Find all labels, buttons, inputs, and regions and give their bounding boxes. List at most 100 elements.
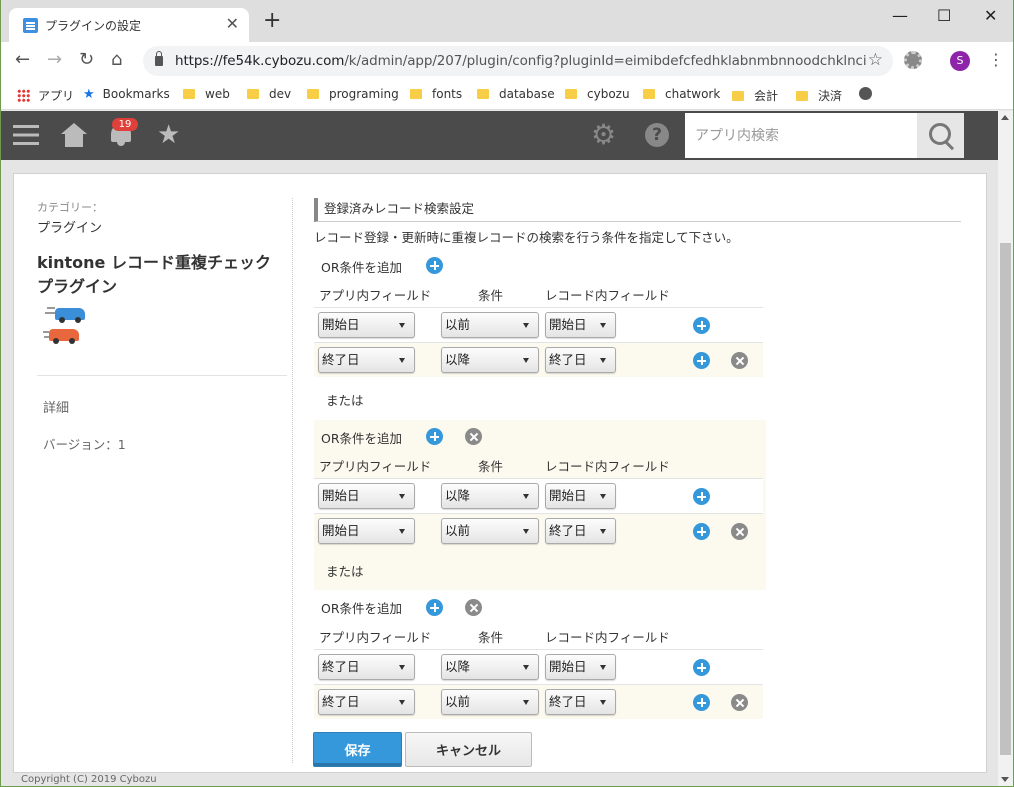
bookmark-star-icon[interactable]: ☆ (868, 50, 883, 70)
condition-select[interactable]: 以降 (441, 654, 539, 680)
remove-row-x-icon[interactable] (731, 694, 748, 711)
record-field-select[interactable]: 終了日 (545, 689, 616, 715)
kintone-header: ★ ⚙ ? (1, 111, 998, 160)
search-icon[interactable] (917, 113, 964, 158)
app-field-select[interactable]: 終了日 (318, 689, 415, 715)
folder-icon (732, 91, 744, 101)
add-row-plus-icon[interactable] (693, 352, 710, 369)
bookmark-accounting[interactable]: 会計 (732, 87, 778, 104)
scrollbar-thumb[interactable] (1000, 243, 1011, 755)
app-search-input[interactable] (685, 113, 917, 158)
minimize-icon[interactable]: — (892, 6, 908, 25)
address-bar[interactable]: https://fe54k.cybozu.com/k/admin/app/207… (143, 46, 893, 76)
record-field-select[interactable]: 開始日 (545, 483, 616, 509)
bookmark-database[interactable]: database (477, 87, 555, 101)
condition-select[interactable]: 以前 (441, 518, 539, 544)
browser-menu-icon[interactable]: ⋮ (988, 50, 1004, 69)
reload-icon[interactable]: ↻ (79, 50, 94, 70)
add-row-plus-icon[interactable] (693, 488, 710, 505)
add-row-plus-icon[interactable] (693, 523, 710, 540)
new-tab-icon[interactable]: + (263, 10, 281, 32)
bookmark-cybozu[interactable]: cybozu (565, 87, 630, 101)
or-add-label: OR条件を追加 (321, 260, 403, 275)
home-icon[interactable]: ⌂ (111, 50, 122, 70)
apps-grid-icon (17, 89, 30, 102)
lock-icon (155, 51, 163, 66)
or-add-label: OR条件を追加 (321, 601, 403, 616)
favorites-star-icon[interactable]: ★ (157, 120, 180, 150)
remove-row-x-icon[interactable] (731, 352, 748, 369)
folder-icon (183, 89, 195, 99)
folder-icon (643, 89, 655, 99)
notification-badge: 19 (112, 118, 138, 131)
tab-strip: プラグインの設定 ✕ + — ☐ ✕ (1, 0, 1013, 42)
add-row-plus-icon[interactable] (693, 659, 710, 676)
folder-icon (565, 89, 577, 99)
maximize-icon[interactable]: ☐ (937, 6, 951, 25)
details-link[interactable]: 詳細 (43, 397, 69, 416)
app-field-select[interactable]: 開始日 (318, 312, 415, 338)
cancel-button[interactable]: キャンセル (405, 732, 532, 767)
profile-avatar[interactable]: S (950, 51, 970, 71)
bookmark-payment[interactable]: 決済 (796, 87, 842, 104)
add-row-plus-icon[interactable] (693, 317, 710, 334)
column-header-app-field: アプリ内フィールド (319, 459, 432, 474)
section-title: 登録済みレコード検索設定 (314, 198, 961, 222)
add-or-group-plus-icon[interactable] (426, 428, 443, 445)
portal-home-icon[interactable] (61, 123, 87, 147)
bookmark-fonts[interactable]: fonts (410, 87, 462, 101)
bookmark-bookmarks[interactable]: ★ Bookmarks (83, 87, 170, 102)
condition-select[interactable]: 以前 (441, 689, 539, 715)
bookmark-programing[interactable]: programing (307, 87, 399, 101)
bookmark-dev[interactable]: dev (247, 87, 291, 101)
record-field-select[interactable]: 開始日 (545, 312, 616, 338)
app-field-select[interactable]: 終了日 (318, 347, 415, 373)
bookmark-apps[interactable]: アプリ (17, 87, 74, 104)
save-button[interactable]: 保存 (313, 732, 402, 767)
app-field-select[interactable]: 開始日 (318, 518, 415, 544)
remove-or-group-x-icon[interactable] (465, 599, 482, 616)
bookmark-web[interactable]: web (183, 87, 230, 101)
window-close-icon[interactable]: ✕ (984, 6, 997, 25)
browser-toolbar: ← → ↻ ⌂ https://fe54k.cybozu.com/k/admin… (1, 42, 1013, 80)
list-icon (23, 18, 38, 33)
or-group-2: OR条件を追加 アプリ内フィールド 条件 レコード内フィールド 開始日 以降 開… (314, 420, 766, 590)
condition-select[interactable]: 以前 (441, 312, 539, 338)
condition-select[interactable]: 以降 (441, 483, 539, 509)
bookmark-chatwork[interactable]: chatwork (643, 87, 720, 101)
column-header-condition: 条件 (478, 459, 504, 474)
or-group-1: OR条件を追加 アプリ内フィールド 条件 レコード内フィールド 開始日 以前 開… (314, 250, 766, 377)
close-icon[interactable]: ✕ (226, 14, 239, 33)
add-row-plus-icon[interactable] (693, 694, 710, 711)
forward-icon[interactable]: → (47, 50, 62, 70)
gear-icon[interactable]: ⚙ (591, 121, 616, 149)
category-label: カテゴリー： (37, 201, 103, 214)
hamburger-menu-icon[interactable] (13, 125, 39, 145)
vertical-scrollbar[interactable] (998, 111, 1013, 786)
duplicate-cars-icon (43, 305, 89, 347)
folder-icon (247, 89, 259, 99)
app-field-select[interactable]: 終了日 (318, 654, 415, 680)
add-or-group-plus-icon[interactable] (426, 599, 443, 616)
remove-or-group-x-icon[interactable] (465, 428, 482, 445)
browser-tab[interactable]: プラグインの設定 ✕ (9, 8, 249, 42)
record-field-select[interactable]: 終了日 (545, 347, 616, 373)
extension-icon[interactable] (904, 51, 922, 69)
app-field-select[interactable]: 開始日 (318, 483, 415, 509)
back-icon[interactable]: ← (15, 50, 30, 70)
remove-row-x-icon[interactable] (731, 523, 748, 540)
plugin-title: kintone レコード重複チェックプラグイン (37, 253, 271, 296)
or-add-label: OR条件を追加 (321, 431, 403, 446)
column-divider (292, 198, 293, 763)
column-header-app-field: アプリ内フィールド (319, 630, 432, 645)
add-or-group-plus-icon[interactable] (426, 257, 443, 274)
help-icon[interactable]: ? (645, 123, 669, 147)
bookmark-globe[interactable] (859, 87, 872, 101)
condition-row: 終了日 以前 終了日 (314, 684, 763, 719)
scroll-down-icon[interactable] (1001, 777, 1009, 782)
browser-window: プラグインの設定 ✕ + — ☐ ✕ ← → ↻ ⌂ https://fe54k… (1, 0, 1013, 786)
record-field-select[interactable]: 開始日 (545, 654, 616, 680)
condition-select[interactable]: 以降 (441, 347, 539, 373)
record-field-select[interactable]: 終了日 (545, 518, 616, 544)
scroll-up-icon[interactable] (1001, 115, 1009, 120)
